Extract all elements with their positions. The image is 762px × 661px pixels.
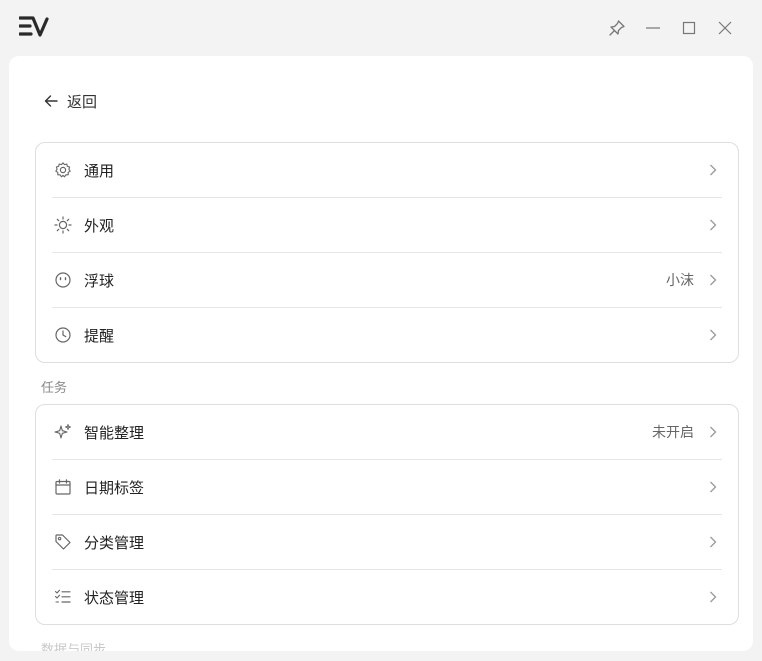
chevron-right-icon (708, 328, 718, 342)
settings-item-label: 智能整理 (84, 424, 145, 442)
settings-item-appearance[interactable]: 外观 (52, 197, 722, 252)
settings-item-label: 日期标签 (84, 479, 145, 497)
arrow-left-icon (44, 95, 58, 107)
tag-icon (54, 533, 72, 551)
settings-item-value: 小沫 (666, 272, 694, 288)
tasks-settings-group: 智能整理 未开启 日期标签 分类管理 状态管理 (35, 404, 739, 625)
title-bar (0, 0, 762, 56)
chevron-right-icon (708, 480, 718, 494)
close-button[interactable] (714, 17, 736, 39)
back-label: 返回 (67, 93, 98, 111)
minimize-button[interactable] (642, 17, 664, 39)
pin-button[interactable] (606, 17, 628, 39)
chevron-right-icon (708, 273, 718, 287)
app-logo (19, 16, 49, 37)
checklist-icon (54, 588, 72, 606)
sun-icon (54, 216, 72, 234)
back-button[interactable]: 返回 (43, 90, 97, 112)
settings-item-label: 状态管理 (84, 589, 145, 607)
face-icon (54, 271, 72, 289)
settings-item-smart-organize[interactable]: 智能整理 未开启 (52, 405, 722, 459)
calendar-icon (54, 478, 72, 496)
chevron-right-icon (708, 425, 718, 439)
gear-icon (54, 161, 72, 179)
chevron-right-icon (708, 590, 718, 604)
maximize-button[interactable] (678, 17, 700, 39)
sparkle-icon (54, 423, 72, 441)
settings-item-label: 浮球 (84, 272, 115, 290)
clock-icon (54, 326, 72, 344)
settings-item-date-tags[interactable]: 日期标签 (52, 459, 722, 514)
settings-panel: 返回 通用 外观 浮球 小沫 提醒 任务 智能整理 未开启 日期标签 分类管理 … (9, 56, 753, 651)
minimize-icon (646, 27, 660, 29)
settings-item-label: 提醒 (84, 327, 115, 345)
settings-item-label: 外观 (84, 217, 115, 235)
general-settings-group: 通用 外观 浮球 小沫 提醒 (35, 142, 739, 363)
close-icon (718, 21, 732, 35)
settings-item-label: 分类管理 (84, 534, 145, 552)
maximize-icon (682, 21, 696, 35)
section-title-next: 数据与同步 (41, 642, 107, 651)
settings-item-value: 未开启 (652, 424, 694, 440)
settings-item-category-management[interactable]: 分类管理 (52, 514, 722, 569)
chevron-right-icon (708, 163, 718, 177)
chevron-right-icon (708, 218, 718, 232)
settings-item-reminder[interactable]: 提醒 (52, 307, 722, 362)
section-title-tasks: 任务 (41, 380, 68, 395)
chevron-right-icon (708, 535, 718, 549)
settings-item-general[interactable]: 通用 (52, 143, 722, 197)
settings-item-label: 通用 (84, 162, 115, 180)
settings-item-status-management[interactable]: 状态管理 (52, 569, 722, 624)
settings-item-floating-ball[interactable]: 浮球 小沫 (52, 252, 722, 307)
pin-icon (609, 20, 625, 36)
